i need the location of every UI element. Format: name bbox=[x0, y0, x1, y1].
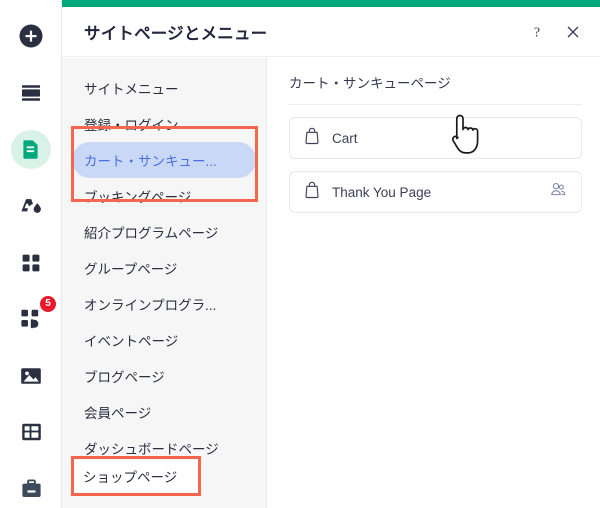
members-icon[interactable] bbox=[550, 182, 567, 202]
rail-item-layout[interactable] bbox=[11, 413, 51, 452]
sections-icon bbox=[19, 81, 43, 105]
sidebar-item-label: 登録・ログイン bbox=[84, 118, 179, 133]
sidebar-item-booking[interactable]: ブッキングページ bbox=[72, 178, 256, 214]
accent-bar bbox=[62, 0, 600, 7]
sidebar-item-label: サイトメニュー bbox=[84, 82, 179, 97]
page-card-label: Cart bbox=[332, 130, 358, 146]
page-card-cart[interactable]: Cart bbox=[289, 117, 582, 159]
sidebar-item-label: ブログページ bbox=[84, 370, 165, 385]
pages-panel: サイトページとメニュー ? サイトメニュー 登録・ログイン カート・サンキュー.… bbox=[62, 0, 600, 508]
layout-icon bbox=[20, 421, 43, 443]
add-apps-badge: 5 bbox=[40, 295, 56, 312]
rail-item-add-apps[interactable]: 5 bbox=[11, 295, 56, 339]
header-actions: ? bbox=[522, 17, 588, 47]
sidebar-item-label: 紹介プログラムページ bbox=[84, 226, 219, 241]
sidebar-item-label: ブッキングページ bbox=[84, 190, 192, 205]
rail-item-media[interactable] bbox=[11, 356, 51, 395]
help-button[interactable]: ? bbox=[522, 17, 552, 47]
site-pages-and-menu-dialog: 5 サイトページとメニュー ? サイトメニュー 登録・ログイン カート・サンキュ… bbox=[0, 0, 600, 508]
sidebar-item-cart-thankyou[interactable]: カート・サンキュー... bbox=[72, 142, 256, 178]
sidebar-item-signup-login[interactable]: 登録・ログイン bbox=[72, 106, 256, 142]
close-icon bbox=[567, 26, 579, 37]
content-section-title: カート・サンキューページ bbox=[289, 72, 582, 105]
panel-header: サイトページとメニュー ? bbox=[62, 7, 600, 57]
pages-icon bbox=[20, 138, 42, 160]
add-icon bbox=[18, 23, 44, 49]
rail-item-business[interactable] bbox=[11, 470, 51, 508]
sidebar-item-label: 会員ページ bbox=[84, 406, 152, 421]
svg-text:?: ? bbox=[534, 25, 540, 40]
rail-item-apps-grid[interactable] bbox=[11, 243, 51, 282]
sidebar-item-label: ショップページ bbox=[83, 470, 178, 485]
sidebar-item-label: イベントページ bbox=[84, 334, 179, 349]
design-icon bbox=[18, 194, 44, 218]
panel-body: サイトメニュー 登録・ログイン カート・サンキュー... ブッキングページ 紹介… bbox=[62, 58, 600, 508]
page-card-thank-you-page[interactable]: Thank You Page bbox=[289, 171, 582, 213]
rail-item-sections[interactable] bbox=[11, 74, 51, 113]
close-button[interactable] bbox=[558, 17, 588, 47]
sidebar-item-groups[interactable]: グループページ bbox=[72, 250, 256, 286]
page-title: サイトページとメニュー bbox=[84, 24, 268, 43]
sidebar-item-blog[interactable]: ブログページ bbox=[72, 358, 256, 394]
sidebar-item-label: カート・サンキュー... bbox=[84, 154, 217, 169]
sidebar-item-events[interactable]: イベントページ bbox=[72, 322, 256, 358]
business-icon bbox=[20, 478, 43, 500]
sidebar-item-label: グループページ bbox=[84, 262, 178, 277]
sidebar-item-label: ダッシュボードページ bbox=[84, 442, 219, 457]
editor-left-rail: 5 bbox=[0, 0, 62, 508]
sidebar-item-site-menu[interactable]: サイトメニュー bbox=[72, 70, 256, 106]
question-mark-icon: ? bbox=[534, 25, 540, 40]
sidebar-item-referral-program[interactable]: 紹介プログラムページ bbox=[72, 214, 256, 250]
rail-item-pages[interactable] bbox=[11, 130, 51, 169]
apps-grid-icon bbox=[20, 252, 42, 274]
sidebar-item-shop[interactable]: ショップページ bbox=[71, 456, 201, 496]
media-icon bbox=[19, 365, 43, 387]
pages-category-sidebar: サイトメニュー 登録・ログイン カート・サンキュー... ブッキングページ 紹介… bbox=[62, 58, 267, 508]
page-card-label: Thank You Page bbox=[332, 184, 432, 200]
sidebar-item-members[interactable]: 会員ページ bbox=[72, 394, 256, 430]
rail-item-design[interactable] bbox=[11, 187, 51, 226]
pages-content-pane: カート・サンキューページ Cart Thank You Page bbox=[267, 58, 600, 508]
sidebar-item-online-programs[interactable]: オンラインプログラ... bbox=[72, 286, 256, 322]
shopping-bag-icon bbox=[304, 127, 320, 150]
shopping-bag-icon bbox=[304, 181, 320, 204]
rail-item-add[interactable] bbox=[11, 17, 51, 56]
add-apps-icon bbox=[19, 307, 43, 331]
sidebar-item-label: オンラインプログラ... bbox=[84, 298, 217, 313]
